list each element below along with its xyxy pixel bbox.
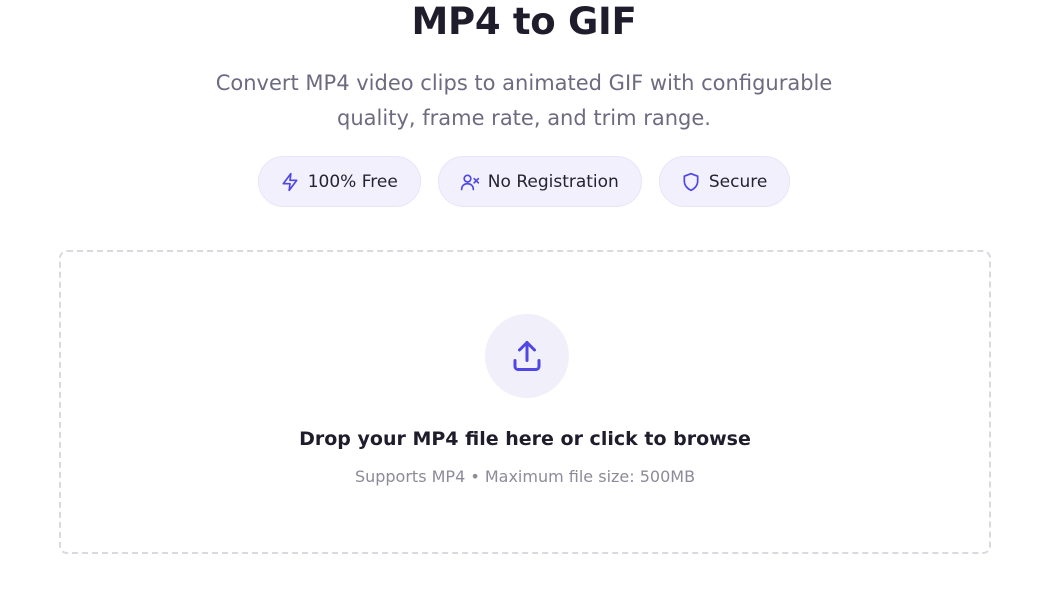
lightning-icon <box>282 172 298 191</box>
page-subtitle: Convert MP4 video clips to animated GIF … <box>215 71 833 130</box>
page-title: MP4 to GIF <box>411 0 637 43</box>
feature-badges: 100% Free No Registration Secure <box>0 156 1048 207</box>
badge-no-registration: No Registration <box>437 156 642 207</box>
badge-free: 100% Free <box>257 156 421 207</box>
badge-label: Secure <box>708 171 768 192</box>
file-dropzone[interactable]: Drop your MP4 file here or click to brow… <box>59 250 991 554</box>
badge-label: No Registration <box>487 171 619 192</box>
dropzone-hint: Supports MP4 • Maximum file size: 500MB <box>354 467 696 486</box>
upload-icon <box>513 341 541 371</box>
badge-label: 100% Free <box>307 171 398 192</box>
upload-icon-circle[interactable] <box>485 314 569 398</box>
shield-icon <box>683 172 699 191</box>
dropzone-title[interactable]: Drop your MP4 file here or click to brow… <box>61 426 989 452</box>
badge-secure: Secure <box>658 156 791 207</box>
user-x-icon <box>460 174 479 190</box>
